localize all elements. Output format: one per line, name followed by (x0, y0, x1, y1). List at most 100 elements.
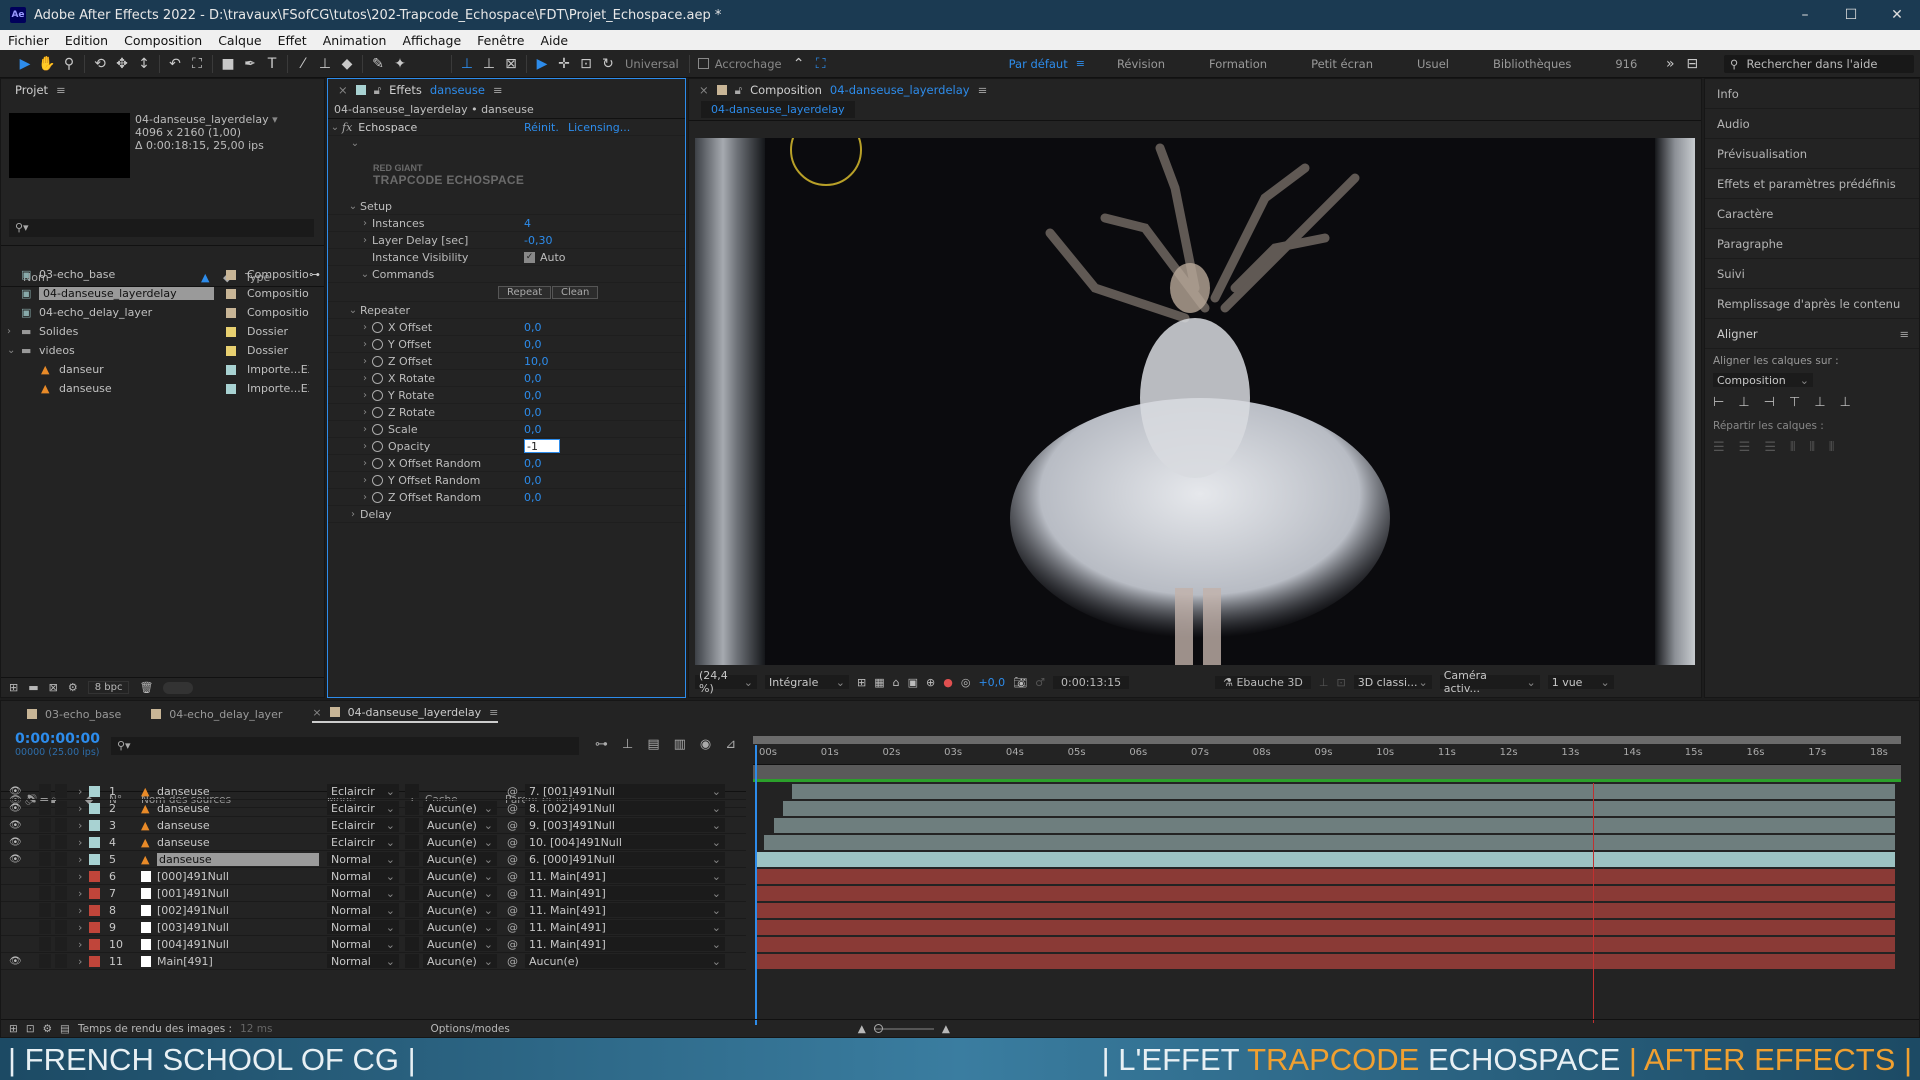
workspace-tab[interactable]: 916 (1593, 57, 1659, 71)
layer-duration-bar[interactable] (755, 869, 1895, 884)
project-item[interactable]: ▲ danseur Importe...EX (1, 360, 324, 379)
comp-flowchart-icon[interactable]: ⊶ (595, 737, 608, 752)
new-folder-icon[interactable]: ▬ (28, 681, 38, 694)
zoom-in-icon[interactable]: ▲ (942, 1023, 950, 1035)
layer-row[interactable]: 👁︎ › 2 ▲ danseuse Eclaircir Aucun(e) @8. [002]4… (1, 800, 746, 817)
panel-item[interactable]: Suivi (1705, 259, 1919, 289)
solo-switch[interactable] (39, 818, 51, 832)
project-item[interactable]: ▣ 04-danseuse_layerdelay Compositio (1, 284, 324, 303)
graph-editor-icon[interactable]: ⊿ (725, 737, 736, 752)
preserve-transparency-toggle[interactable] (405, 784, 419, 798)
layer-label-color[interactable] (89, 785, 100, 797)
delay-group[interactable]: › Delay (328, 506, 685, 523)
pickwhip-icon[interactable]: @ (507, 921, 518, 934)
chevron-right-icon[interactable]: › (358, 390, 372, 401)
more-workspaces-icon[interactable]: » (1659, 54, 1681, 74)
panel-menu-icon[interactable]: ≡ (978, 83, 988, 97)
parent-dropdown[interactable]: 11. Main[491] (525, 920, 725, 934)
hide-shy-icon[interactable]: ▤ (647, 737, 659, 752)
track-matte-dropdown[interactable]: Aucun(e) (423, 801, 497, 815)
blend-mode-dropdown[interactable]: Normal (327, 852, 399, 866)
layer-row[interactable]: › 10 [004]491Null Normal Aucun(e) @11. Main[4… (1, 936, 746, 953)
orbit-camera-icon[interactable]: ⟲ (89, 54, 111, 74)
local-axis-icon[interactable]: ⊥ (456, 54, 478, 74)
align-panel-header[interactable]: Aligner ≡ (1705, 319, 1919, 349)
layer-name[interactable]: [003]491Null (157, 921, 229, 934)
label-color-swatch[interactable] (226, 326, 236, 337)
layer-label-color[interactable] (89, 802, 100, 814)
zoom-dropdown[interactable]: (24,4 %) (695, 669, 757, 695)
instance-visibility-checkbox[interactable]: ✓ (524, 251, 535, 263)
layer-duration-bar[interactable] (755, 852, 1895, 867)
layer-row[interactable]: 👁︎ › 5 ▲ danseuse Normal Aucun(e) @6. [000]491N… (1, 851, 746, 868)
pickwhip-icon[interactable]: @ (507, 853, 518, 866)
solo-switch[interactable] (39, 869, 51, 883)
parent-dropdown[interactable]: 9. [003]491Null (525, 818, 725, 832)
solo-switch[interactable] (39, 835, 51, 849)
chevron-down-icon[interactable]: ⌄ (348, 138, 362, 149)
visibility-eye-icon[interactable]: 👁︎ (9, 854, 22, 865)
visibility-eye-icon[interactable]: 👁︎ (9, 956, 22, 967)
blend-mode-dropdown[interactable]: Normal (327, 903, 399, 917)
close-button[interactable]: ✕ (1874, 7, 1920, 23)
parent-dropdown[interactable]: 11. Main[491] (525, 903, 725, 917)
panel-item[interactable]: Audio (1705, 109, 1919, 139)
dolly-camera-icon[interactable]: ↕ (133, 54, 155, 74)
lock-switch[interactable] (55, 835, 67, 849)
pickwhip-icon[interactable]: @ (507, 819, 518, 832)
preserve-transparency-toggle[interactable] (405, 852, 419, 866)
visibility-eye-icon[interactable]: 👁︎ (9, 803, 22, 814)
layer-name[interactable]: Main[491] (157, 955, 213, 968)
fast-preview-icon[interactable]: ⊞ (857, 676, 866, 689)
pickwhip-icon[interactable]: @ (507, 955, 518, 968)
align-bottom-icon[interactable]: ⊥ (1840, 395, 1851, 410)
layer-row[interactable]: › 8 [002]491Null Normal Aucun(e) @11. Main[49… (1, 902, 746, 919)
pickwhip-icon[interactable]: @ (507, 870, 518, 883)
solo-switch[interactable] (39, 903, 51, 917)
chevron-right-icon[interactable]: › (78, 938, 82, 951)
align-left-icon[interactable]: ⊢ (1713, 395, 1724, 410)
stopwatch-icon[interactable] (372, 338, 383, 350)
param-value[interactable]: 0,0 (524, 338, 542, 351)
lock-switch[interactable] (55, 869, 67, 883)
stopwatch-icon[interactable] (372, 440, 383, 452)
delete-icon[interactable]: 🗑 (139, 681, 153, 694)
region-of-interest-icon[interactable]: ▣ (908, 676, 918, 689)
panel-menu-icon[interactable]: ≡ (1899, 327, 1909, 341)
zoom-tool-icon[interactable]: ⚲ (58, 54, 80, 74)
view-axis-icon[interactable]: ⊠ (500, 54, 522, 74)
repeat-button[interactable]: Repeat (498, 285, 552, 299)
zoom-slider[interactable] (873, 1023, 934, 1033)
solo-switch[interactable] (39, 784, 51, 798)
layer-duration-bar[interactable] (755, 937, 1895, 952)
close-tab-icon[interactable]: × (312, 706, 321, 719)
distribute-left-icon[interactable]: ⫴ (1790, 440, 1795, 455)
selected-item-name[interactable]: 04-danseuse_layerdelay ▾ (135, 113, 278, 126)
panel-item[interactable]: Effets et paramètres prédéfinis (1705, 169, 1919, 199)
chevron-right-icon[interactable]: › (358, 373, 372, 384)
layer-row[interactable]: › 9 [003]491Null Normal Aucun(e) @11. Main[49… (1, 919, 746, 936)
lock-icon[interactable]: 🔓︎ (374, 83, 381, 98)
layer-label-color[interactable] (89, 904, 100, 916)
timeline-tab[interactable]: × 04-danseuse_layerdelay ≡ (312, 706, 499, 723)
param-value[interactable]: 10,0 (524, 355, 549, 368)
layer-duration-bar[interactable] (773, 818, 1895, 833)
setup-group[interactable]: ⌄ Setup (328, 198, 685, 215)
layer-duration-bar[interactable] (755, 954, 1895, 969)
solo-switch[interactable] (39, 801, 51, 815)
layer-name[interactable]: danseuse (157, 802, 210, 815)
layer-switches-icon[interactable]: ⊡ (26, 1023, 35, 1035)
sync-settings-icon[interactable]: ⊟ (1681, 54, 1703, 74)
panel-menu-icon[interactable]: ≡ (489, 706, 498, 719)
composition-viewer[interactable] (695, 138, 1695, 665)
lock-switch[interactable] (55, 903, 67, 917)
layer-row[interactable]: › 6 [000]491Null Normal Aucun(e) @11. Main[49… (1, 868, 746, 885)
chevron-right-icon[interactable]: › (78, 802, 82, 815)
toggle-pill[interactable] (163, 681, 194, 694)
current-time-display[interactable]: 0:00:13:15 (1053, 675, 1130, 689)
pickwhip-icon[interactable]: @ (507, 938, 518, 951)
label-color-swatch[interactable] (226, 288, 236, 299)
timeline-tab[interactable]: 04-echo_delay_layer (151, 708, 282, 721)
param-value[interactable]: 0,0 (524, 423, 542, 436)
distribute-hcenter-icon[interactable]: ⫴ (1809, 440, 1814, 455)
